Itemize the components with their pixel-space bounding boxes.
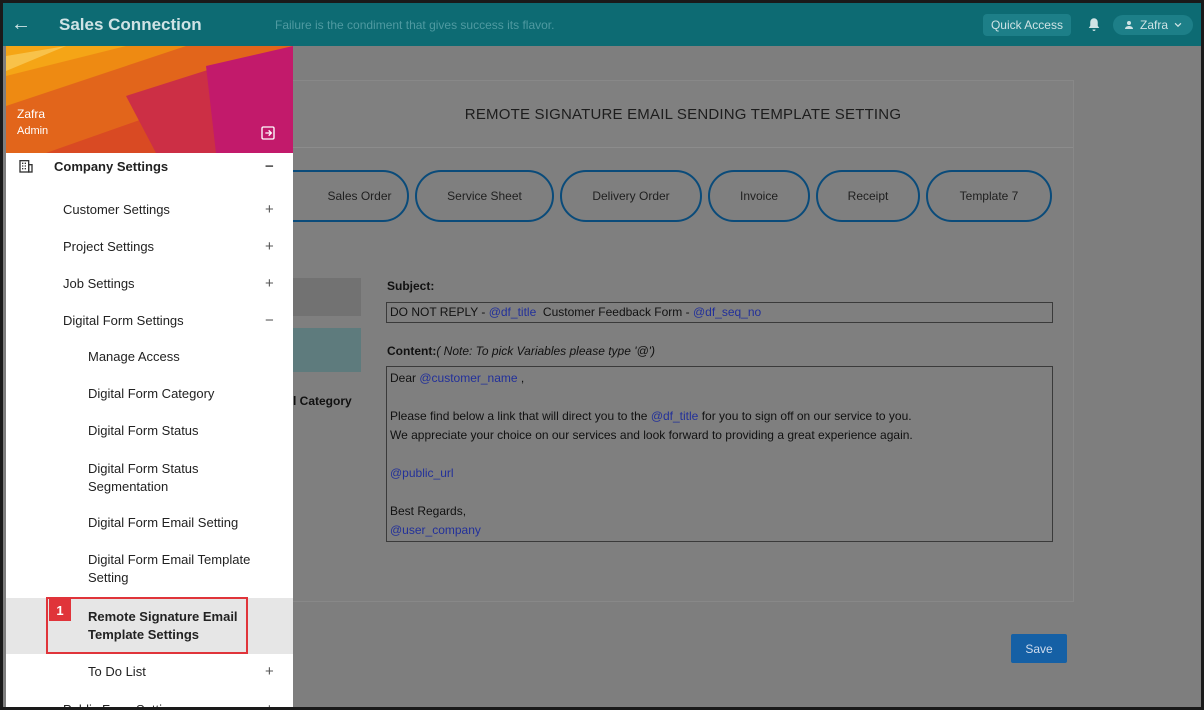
tab-invoice[interactable]: Invoice	[708, 170, 810, 222]
variable-token: @df_title	[650, 409, 699, 423]
sidebar: Zafra Admin Company Settings − Customer …	[6, 46, 293, 710]
text: Dear	[390, 371, 420, 385]
content-note: ( Note: To pick Variables please type '@…	[436, 344, 655, 358]
sidebar-item-digital-form-email-setting[interactable]: Digital Form Email Setting	[6, 512, 266, 534]
collapse-icon[interactable]: −	[265, 158, 274, 175]
collapse-icon[interactable]: −	[265, 312, 274, 329]
sidebar-item-public-form-settings[interactable]: Public Form Settings +	[6, 698, 293, 710]
bell-icon[interactable]	[1085, 16, 1103, 34]
sidebar-item-label: Digital Form Email Template Setting	[88, 552, 251, 585]
sidebar-item-label: Customer Settings	[63, 201, 170, 217]
sidebar-item-customer-settings[interactable]: Customer Settings +	[6, 198, 293, 220]
user-name: Zafra	[1139, 17, 1168, 32]
sidebar-item-label: Digital Form Email Setting	[88, 515, 239, 530]
header-quote: Failure is the condiment that gives succ…	[275, 17, 555, 32]
user-icon	[1124, 20, 1133, 29]
top-bar: ← Sales Connection Failure is the condim…	[3, 3, 1201, 46]
sidebar-item-label: Project Settings	[63, 238, 155, 254]
subject-input[interactable]: DO NOT REPLY - @df_title Customer Feedba…	[386, 302, 1053, 323]
logout-icon[interactable]	[260, 125, 276, 141]
sidebar-item-to-do-list[interactable]: To Do List +	[6, 661, 293, 683]
variable-token: @df_seq_no	[692, 305, 762, 319]
content-line: We appreciate your choice on our service…	[390, 428, 913, 442]
subject-text: Customer Feedback Form -	[536, 305, 693, 319]
chevron-down-icon	[1174, 22, 1182, 27]
text: ,	[517, 371, 525, 385]
sidebar-item-digital-form-category[interactable]: Digital Form Category	[6, 383, 266, 405]
quick-access-button[interactable]: Quick Access	[982, 13, 1071, 36]
save-button[interactable]: Save	[1011, 634, 1067, 663]
expand-icon[interactable]: +	[265, 701, 274, 708]
content-editor[interactable]: Dear @customer_name , Please find below …	[386, 366, 1053, 542]
sidebar-item-company-settings[interactable]: Company Settings −	[6, 153, 293, 179]
sidebar-item-label: Company Settings	[54, 158, 169, 174]
tab-service-sheet[interactable]: Service Sheet	[415, 170, 554, 222]
tab-label: Invoice	[739, 189, 779, 203]
sidebar-item-digital-form-status-segmentation[interactable]: Digital Form Status Segmentation	[6, 457, 266, 499]
banner-graphic	[6, 46, 293, 153]
text: for you to sign off on our service to yo…	[698, 409, 912, 423]
sidebar-item-digital-form-settings[interactable]: Digital Form Settings −	[6, 309, 293, 331]
sidebar-item-digital-form-status[interactable]: Digital Form Status	[6, 420, 266, 442]
tab-delivery-order[interactable]: Delivery Order	[560, 170, 702, 222]
sidebar-item-label: Job Settings	[63, 275, 135, 291]
variable-token: @customer_name	[419, 371, 518, 385]
category-list-item[interactable]	[293, 278, 361, 316]
tab-label: Service Sheet	[447, 189, 522, 203]
subject-label: Subject:	[387, 279, 435, 293]
sidebar-item-digital-form-email-template-setting[interactable]: Digital Form Email Template Setting	[6, 548, 266, 590]
page-title: REMOTE SIGNATURE EMAIL SENDING TEMPLATE …	[464, 105, 902, 123]
app-title: Sales Connection	[59, 14, 202, 34]
content-label-row: Content:( Note: To pick Variables please…	[387, 344, 655, 358]
expand-icon[interactable]: +	[265, 275, 274, 292]
text: Please find below a link that will direc…	[390, 409, 651, 423]
content-line: Dear @customer_name ,	[390, 369, 1049, 388]
sidebar-item-label: Manage Access	[88, 349, 180, 364]
expand-icon[interactable]: +	[265, 201, 274, 218]
sidebar-item-label: Digital Form Settings	[63, 312, 184, 328]
tab-label: Sales Order	[327, 189, 392, 203]
content-line: Please find below a link that will direc…	[390, 407, 1049, 426]
category-list-item-selected[interactable]	[293, 328, 361, 372]
tab-receipt[interactable]: Receipt	[816, 170, 920, 222]
back-arrow-icon[interactable]: ←	[3, 13, 39, 36]
expand-icon[interactable]: +	[265, 238, 274, 255]
expand-icon[interactable]: +	[265, 663, 274, 681]
variable-token: @public_url	[390, 466, 454, 480]
content-label: Content:	[387, 344, 437, 358]
tab-template-7[interactable]: Template 7	[926, 170, 1052, 222]
sidebar-banner: Zafra Admin	[6, 46, 293, 153]
sidebar-item-manage-access[interactable]: Manage Access	[6, 346, 266, 368]
annotation-badge: 1	[49, 599, 71, 621]
sidebar-item-job-settings[interactable]: Job Settings +	[6, 272, 293, 294]
sidebar-user-role: Admin	[17, 125, 49, 137]
tab-label: Template 7	[959, 189, 1019, 203]
building-icon	[19, 160, 33, 173]
app-window: ← Sales Connection Failure is the condim…	[0, 0, 1204, 710]
tab-label: Delivery Order	[592, 189, 670, 203]
sidebar-user-name: Zafra	[17, 107, 46, 121]
user-menu-button[interactable]: Zafra	[1112, 14, 1193, 35]
annotation-highlight-box	[46, 597, 248, 654]
sidebar-item-label: Public Form Settings	[63, 701, 183, 710]
sidebar-item-label: To Do List	[88, 664, 146, 679]
variable-token: @user_company	[390, 523, 481, 537]
sidebar-item-label: Digital Form Status	[88, 423, 199, 438]
content-line: Best Regards,	[390, 504, 467, 518]
subject-text: DO NOT REPLY -	[390, 305, 489, 319]
variable-token: @df_title	[488, 305, 537, 319]
panel-header: REMOTE SIGNATURE EMAIL SENDING TEMPLATE …	[293, 81, 1073, 148]
sidebar-item-label: Digital Form Status Segmentation	[88, 461, 199, 494]
sidebar-item-label: Digital Form Category	[88, 386, 215, 401]
category-label: l Category	[293, 394, 352, 408]
tab-label: Receipt	[847, 189, 889, 203]
sidebar-item-project-settings[interactable]: Project Settings +	[6, 235, 293, 257]
